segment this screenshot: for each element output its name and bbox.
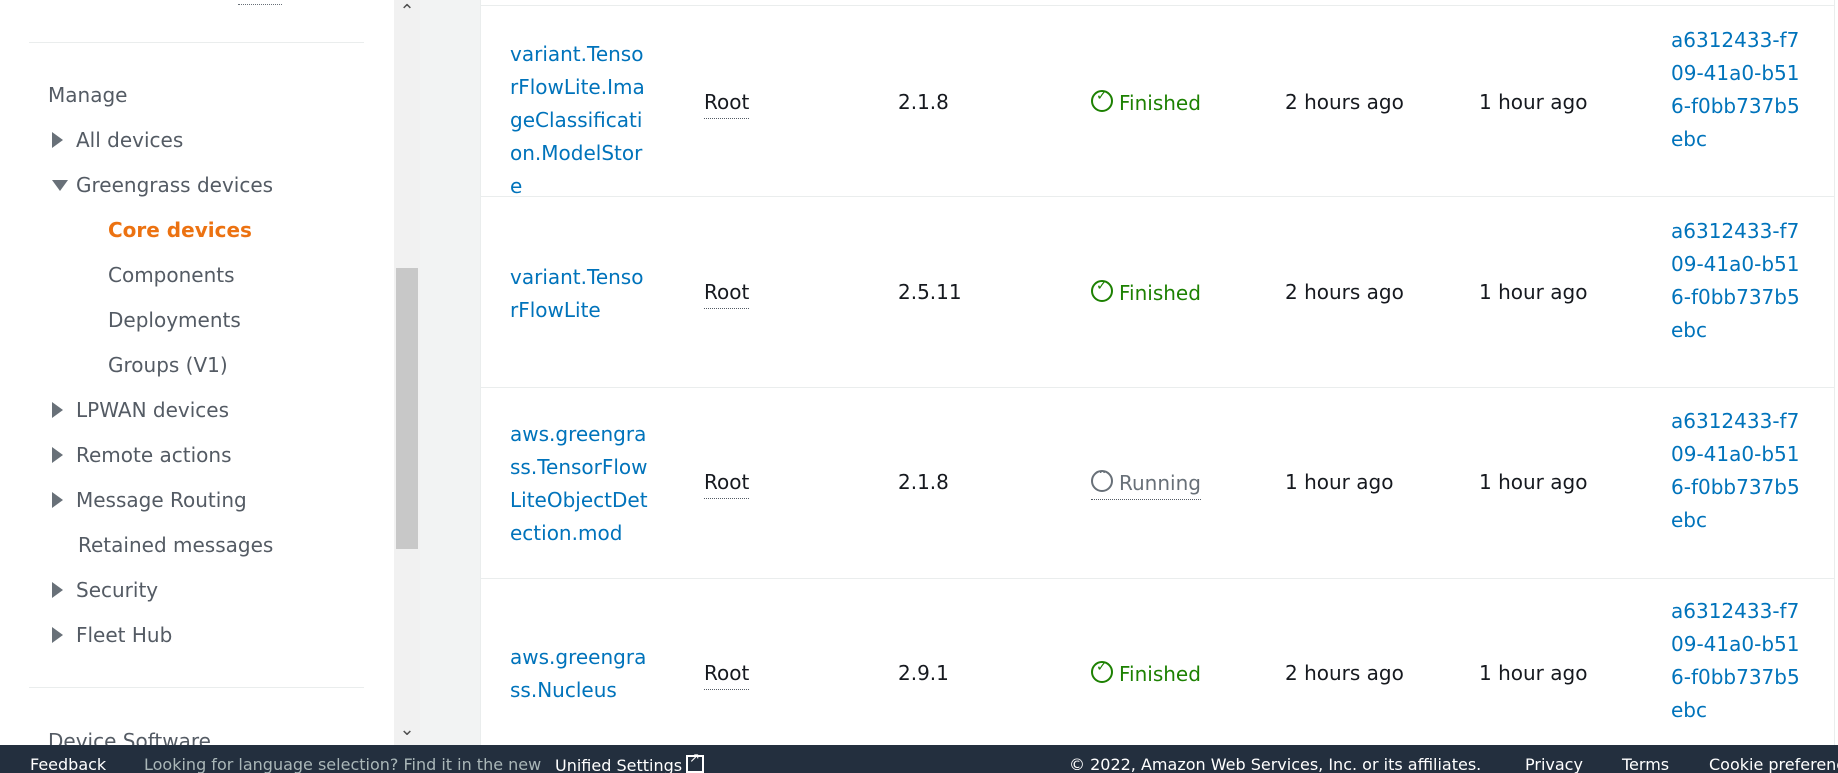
table-row: aws.greengrass.TensorFlowLiteObjectDetec… bbox=[481, 387, 1838, 578]
scrollbar-thumb[interactable] bbox=[396, 268, 418, 549]
created-time: 2 hours ago bbox=[1285, 661, 1404, 685]
component-version: 2.5.11 bbox=[898, 280, 962, 304]
component-name-link[interactable]: variant.TensorFlowLite.ImageClassificati… bbox=[510, 38, 650, 203]
terms-link[interactable]: Terms bbox=[1622, 755, 1669, 773]
deployment-id-link[interactable]: a6312433-f709-41a0-b516-f0bb737b5ebc bbox=[1671, 405, 1811, 537]
nav-item-components[interactable]: Components bbox=[108, 263, 235, 287]
components-table: variant.TensorFlowLite.ImageClassificati… bbox=[480, 0, 1838, 745]
status-text: Finished bbox=[1119, 91, 1201, 115]
external-link-icon bbox=[686, 751, 705, 773]
status-badge: ✓ Finished bbox=[1091, 659, 1201, 686]
console-footer: Feedback Looking for language selection?… bbox=[0, 745, 1838, 773]
status-text: Finished bbox=[1119, 281, 1201, 305]
nav-divider bbox=[29, 42, 364, 43]
truncated-link-underline bbox=[238, 0, 282, 5]
nav-item-retained-messages[interactable]: Retained messages bbox=[78, 533, 273, 557]
nav-item-core-devices[interactable]: Core devices bbox=[108, 218, 252, 242]
chevron-down-icon[interactable]: ⌄ bbox=[394, 718, 420, 742]
updated-time: 1 hour ago bbox=[1479, 90, 1588, 114]
updated-time: 1 hour ago bbox=[1479, 280, 1588, 304]
privacy-link[interactable]: Privacy bbox=[1525, 755, 1583, 773]
in-progress-icon: ··· bbox=[1091, 465, 1113, 492]
component-name-link[interactable]: aws.greengrass.TensorFlowLiteObjectDetec… bbox=[510, 418, 650, 550]
nav-item-fleet-hub[interactable]: Fleet Hub bbox=[76, 623, 172, 647]
status-badge: ✓ Finished bbox=[1091, 278, 1201, 305]
nav-item-lpwan-devices[interactable]: LPWAN devices bbox=[76, 398, 229, 422]
nav-item-security[interactable]: Security bbox=[76, 578, 158, 602]
run-as-owner[interactable]: Root bbox=[704, 470, 750, 499]
nav-item-all-devices[interactable]: All devices bbox=[76, 128, 183, 152]
table-row: variant.TensorFlowLite Root 2.5.11 ✓ Fini… bbox=[481, 196, 1838, 387]
expand-caret-icon[interactable] bbox=[52, 402, 63, 418]
run-as-owner[interactable]: Root bbox=[704, 280, 750, 309]
table-edge bbox=[1834, 0, 1838, 745]
side-navigation: Manage All devices Greengrass devices Co… bbox=[0, 0, 394, 745]
status-text: Finished bbox=[1119, 662, 1201, 686]
updated-time: 1 hour ago bbox=[1479, 661, 1588, 685]
expand-caret-icon[interactable] bbox=[52, 447, 63, 463]
nav-item-remote-actions[interactable]: Remote actions bbox=[76, 443, 232, 467]
copyright-text: © 2022, Amazon Web Services, Inc. or its… bbox=[1069, 755, 1482, 773]
unified-settings-label: Unified Settings bbox=[555, 756, 683, 773]
nav-item-message-routing[interactable]: Message Routing bbox=[76, 488, 247, 512]
deployment-id-link[interactable]: a6312433-f709-41a0-b516-f0bb737b5ebc bbox=[1671, 215, 1811, 347]
nav-item-groups-v1[interactable]: Groups (V1) bbox=[108, 353, 228, 377]
run-as-owner[interactable]: Root bbox=[704, 90, 750, 119]
updated-time: 1 hour ago bbox=[1479, 470, 1588, 494]
collapse-caret-icon[interactable] bbox=[52, 180, 68, 191]
table-row: aws.greengrass.Nucleus Root 2.9.1 ✓ Finis… bbox=[481, 578, 1838, 745]
nav-item-deployments[interactable]: Deployments bbox=[108, 308, 241, 332]
content-gutter bbox=[420, 0, 480, 745]
nav-section-device-software: Device Software bbox=[48, 729, 211, 745]
status-badge[interactable]: ··· Running bbox=[1091, 465, 1201, 500]
table-row: variant.TensorFlowLite.ImageClassificati… bbox=[481, 5, 1838, 198]
unified-settings-link[interactable]: Unified Settings bbox=[555, 751, 705, 773]
nav-item-greengrass-devices[interactable]: Greengrass devices bbox=[76, 173, 273, 197]
nav-divider bbox=[29, 687, 364, 688]
check-circle-icon: ✓ bbox=[1091, 88, 1113, 112]
component-name-link[interactable]: variant.TensorFlowLite bbox=[510, 261, 650, 327]
chevron-up-icon[interactable]: ⌃ bbox=[394, 0, 420, 24]
component-version: 2.1.8 bbox=[898, 90, 949, 114]
status-text: Running bbox=[1119, 471, 1201, 495]
component-version: 2.1.8 bbox=[898, 470, 949, 494]
deployment-id-link[interactable]: a6312433-f709-41a0-b516-f0bb737b5ebc bbox=[1671, 24, 1811, 156]
expand-caret-icon[interactable] bbox=[52, 132, 63, 148]
language-prompt-text: Looking for language selection? Find it … bbox=[144, 755, 542, 773]
feedback-link[interactable]: Feedback bbox=[30, 755, 106, 773]
check-circle-icon: ✓ bbox=[1091, 659, 1113, 683]
created-time: 1 hour ago bbox=[1285, 470, 1394, 494]
deployment-id-link[interactable]: a6312433-f709-41a0-b516-f0bb737b5ebc bbox=[1671, 595, 1811, 727]
status-badge: ✓ Finished bbox=[1091, 88, 1201, 115]
expand-caret-icon[interactable] bbox=[52, 627, 63, 643]
component-version: 2.9.1 bbox=[898, 661, 949, 685]
expand-caret-icon[interactable] bbox=[52, 492, 63, 508]
check-circle-icon: ✓ bbox=[1091, 278, 1113, 302]
run-as-owner[interactable]: Root bbox=[704, 661, 750, 690]
nav-section-manage: Manage bbox=[48, 83, 128, 107]
created-time: 2 hours ago bbox=[1285, 90, 1404, 114]
component-name-link[interactable]: aws.greengrass.Nucleus bbox=[510, 641, 650, 707]
created-time: 2 hours ago bbox=[1285, 280, 1404, 304]
sidebar-scrollbar[interactable]: ⌃ ⌄ bbox=[394, 0, 420, 745]
expand-caret-icon[interactable] bbox=[52, 582, 63, 598]
cookie-preferences-link[interactable]: Cookie preferences bbox=[1709, 755, 1838, 773]
